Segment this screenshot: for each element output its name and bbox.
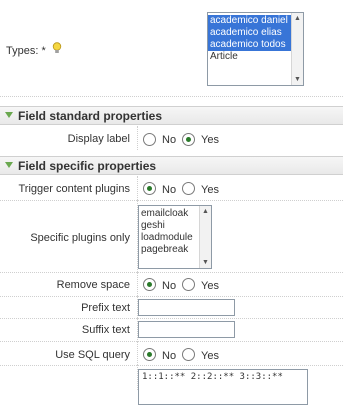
prefix-text-label: Prefix text	[81, 302, 130, 314]
scroll-up-icon[interactable]: ▲	[292, 13, 303, 24]
radio-label-yes: Yes	[201, 134, 219, 146]
trigger-plugins-yes-radio[interactable]	[182, 182, 195, 195]
use-sql-no-radio[interactable]	[143, 348, 156, 361]
types-option[interactable]: academico daniel	[208, 15, 303, 27]
collapse-triangle-icon[interactable]	[5, 112, 13, 118]
use-sql-yes-radio[interactable]	[182, 348, 195, 361]
specific-plugins-label: Specific plugins only	[30, 232, 130, 244]
radio-label-no: No	[162, 280, 177, 292]
types-option[interactable]: academico elias	[208, 27, 303, 39]
sql-query-textarea[interactable]: 1::1::** 2::2::** 3::3::**	[138, 369, 308, 405]
specific-plugins-select[interactable]: emailcloak geshi loadmodule pagebreak ▲ …	[138, 205, 212, 269]
prefix-text-input[interactable]	[138, 299, 235, 316]
collapse-triangle-icon[interactable]	[5, 162, 13, 168]
scroll-down-icon[interactable]: ▼	[292, 74, 303, 85]
remove-space-yes-radio[interactable]	[182, 278, 195, 291]
types-label: Types: *	[6, 45, 46, 57]
section-title: Field specific properties	[18, 159, 157, 173]
use-sql-label: Use SQL query	[55, 349, 130, 361]
scroll-down-icon[interactable]: ▼	[200, 257, 211, 268]
display-label-label: Display label	[67, 133, 130, 145]
section-title: Field standard properties	[18, 109, 163, 123]
section-header-standard[interactable]: Field standard properties	[0, 106, 343, 125]
lightbulb-icon[interactable]	[52, 42, 62, 54]
section-header-specific[interactable]: Field specific properties	[0, 156, 343, 175]
trigger-plugins-label: Trigger content plugins	[18, 183, 131, 195]
radio-label-no: No	[162, 134, 177, 146]
trigger-plugins-no-radio[interactable]	[143, 182, 156, 195]
display-label-no-radio[interactable]	[143, 133, 156, 146]
scroll-up-icon[interactable]: ▲	[200, 206, 211, 217]
radio-label-yes: Yes	[201, 350, 219, 362]
types-option[interactable]: academico todos	[208, 39, 303, 51]
suffix-text-input[interactable]	[138, 321, 235, 338]
remove-space-label: Remove space	[56, 279, 130, 291]
display-label-yes-radio[interactable]	[182, 133, 195, 146]
divider	[0, 96, 343, 97]
types-scrollbar[interactable]: ▲ ▼	[291, 13, 303, 85]
radio-label-no: No	[162, 184, 177, 196]
suffix-text-label: Suffix text	[81, 324, 130, 336]
radio-label-yes: Yes	[201, 184, 219, 196]
types-option[interactable]: Article	[208, 51, 303, 63]
radio-label-no: No	[162, 350, 177, 362]
radio-label-yes: Yes	[201, 280, 219, 292]
types-select[interactable]: academico daniel academico elias academi…	[207, 12, 304, 86]
remove-space-no-radio[interactable]	[143, 278, 156, 291]
plugins-scrollbar[interactable]: ▲ ▼	[199, 206, 211, 268]
